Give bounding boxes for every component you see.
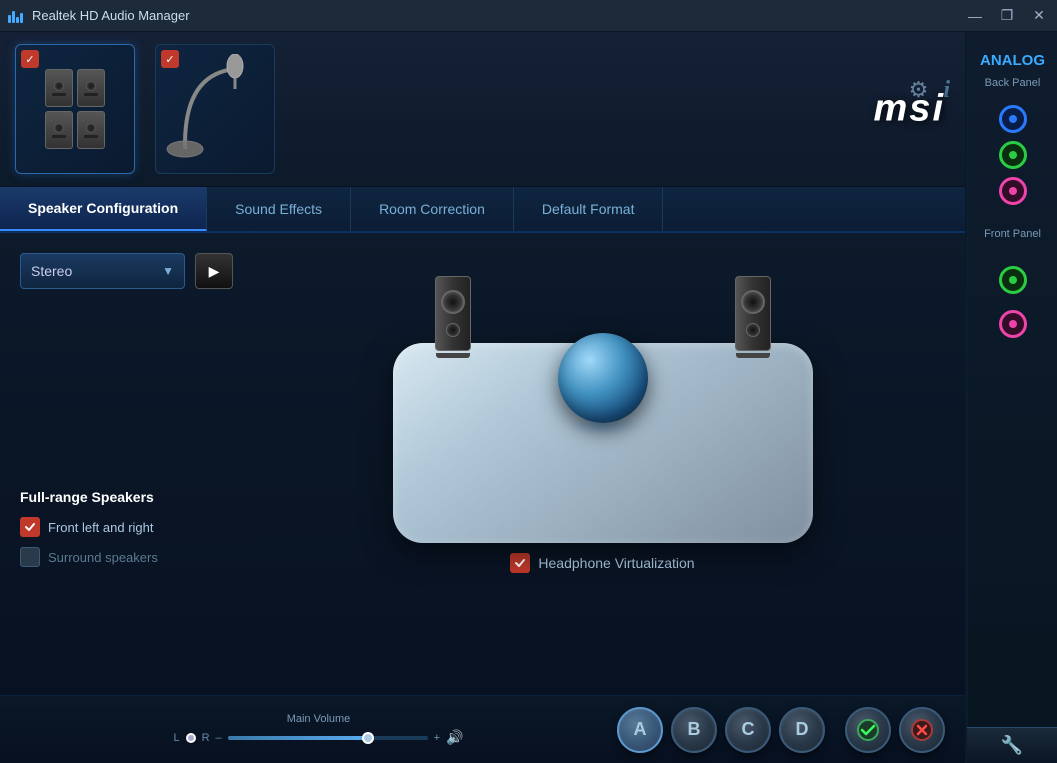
speaker-right[interactable] <box>733 276 773 358</box>
headphone-row: Headphone Virtualization <box>510 553 694 573</box>
volume-thumb[interactable] <box>362 732 374 744</box>
right-panel: ANALOG Back Panel Front Panel 🔧 <box>967 32 1057 763</box>
volume-plus: + <box>434 732 440 744</box>
volume-section: Main Volume L R – + 🔊 <box>20 713 617 746</box>
settings-bar[interactable]: 🔧 <box>967 727 1057 763</box>
front-lr-label: Front left and right <box>48 520 154 535</box>
tab-speaker-configuration[interactable]: Speaker Configuration <box>0 187 207 231</box>
front-panel-jack-pink[interactable] <box>999 310 1027 338</box>
msi-area: msi <box>874 88 945 131</box>
speakers-check-icon: ✓ <box>21 50 39 68</box>
volume-fill <box>228 736 368 740</box>
device-bar: ✓ <box>0 32 965 187</box>
profile-c-button[interactable]: C <box>725 707 771 753</box>
volume-slider[interactable] <box>228 736 428 740</box>
mic-stand-svg <box>165 54 265 164</box>
speaker-left[interactable] <box>433 276 473 358</box>
analog-title: ANALOG <box>980 52 1045 69</box>
play-button[interactable]: ▶ <box>195 253 233 289</box>
full-range-title: Full-range Speakers <box>20 489 240 505</box>
full-range-section: Full-range Speakers Front left and right… <box>20 489 240 577</box>
title-controls: — ❐ ✕ <box>965 7 1049 24</box>
speaker-box-bl <box>45 111 73 149</box>
stereo-row: Stereo ▼ ▶ <box>20 253 240 289</box>
volume-left-label: L <box>173 732 179 744</box>
audio-icon <box>8 9 26 23</box>
tabs-bar: Speaker Configuration Sound Effects Room… <box>0 187 965 233</box>
front-lr-row: Front left and right <box>20 517 240 537</box>
speaker-box-tl <box>45 69 73 107</box>
cancel-button[interactable] <box>899 707 945 753</box>
surround-row: Surround speakers <box>20 547 240 567</box>
title-bar: Realtek HD Audio Manager — ❐ ✕ <box>0 0 1057 32</box>
main-panel: Stereo ▼ ▶ Full-range Speakers Fr <box>0 233 965 695</box>
tab-default-format[interactable]: Default Format <box>514 187 664 231</box>
volume-label: Main Volume <box>287 713 351 725</box>
speaker-stage <box>378 273 828 543</box>
volume-dash: – <box>216 732 222 744</box>
volume-left-knob[interactable] <box>186 733 196 743</box>
volume-row: L R – + 🔊 <box>173 729 463 746</box>
speaker-right-woofer <box>741 290 765 314</box>
profile-a-button[interactable]: A <box>617 707 663 753</box>
profile-b-button[interactable]: B <box>671 707 717 753</box>
profile-buttons: A B C D <box>617 707 825 753</box>
close-button[interactable]: ✕ <box>1029 7 1049 24</box>
tab-room-correction[interactable]: Room Correction <box>351 187 514 231</box>
speaker-right-base <box>736 353 770 358</box>
speaker-right-body <box>735 276 771 351</box>
speakers-device-card[interactable]: ✓ <box>15 44 135 174</box>
front-lr-checkbox[interactable] <box>20 517 40 537</box>
chevron-down-icon: ▼ <box>162 264 174 278</box>
headphone-virtualization-label: Headphone Virtualization <box>538 555 694 571</box>
window-title: Realtek HD Audio Manager <box>32 8 190 23</box>
speaker-right-tweeter <box>746 323 760 337</box>
content-area: ✓ <box>0 32 967 763</box>
wrench-icon: 🔧 <box>1001 735 1023 756</box>
minimize-button[interactable]: — <box>965 8 985 24</box>
msi-logo: msi <box>874 88 945 131</box>
back-panel-jack-blue[interactable] <box>999 105 1027 133</box>
back-panel-jack-green[interactable] <box>999 141 1027 169</box>
tab-sound-effects[interactable]: Sound Effects <box>207 187 351 231</box>
speaker-left-body <box>435 276 471 351</box>
speaker-icon-group <box>45 69 105 149</box>
volume-right-label: R <box>202 732 210 744</box>
surround-checkbox[interactable] <box>20 547 40 567</box>
back-panel-jack-pink[interactable] <box>999 177 1027 205</box>
headphone-virtualization-checkbox[interactable] <box>510 553 530 573</box>
bottom-bar: Main Volume L R – + 🔊 A <box>0 695 965 763</box>
left-controls: Stereo ▼ ▶ Full-range Speakers Fr <box>20 253 240 675</box>
speaker-viz: Headphone Virtualization <box>260 253 945 675</box>
action-buttons <box>845 707 945 753</box>
title-left: Realtek HD Audio Manager <box>8 8 190 23</box>
mic-device-card[interactable]: ✓ <box>155 44 275 174</box>
front-panel-label: Front Panel <box>984 228 1041 240</box>
profile-d-button[interactable]: D <box>779 707 825 753</box>
speaker-config-dropdown[interactable]: Stereo ▼ <box>20 253 185 289</box>
confirm-button[interactable] <box>845 707 891 753</box>
speaker-box-tr <box>77 69 105 107</box>
restore-button[interactable]: ❐ <box>997 7 1017 24</box>
mic-check-icon: ✓ <box>161 50 179 68</box>
main-container: ✓ <box>0 32 1057 763</box>
speaker-left-base <box>436 353 470 358</box>
front-panel-jack-green[interactable] <box>999 266 1027 294</box>
speaker-volume-icon[interactable]: 🔊 <box>446 729 463 746</box>
speaker-left-tweeter <box>446 323 460 337</box>
speaker-left-woofer <box>441 290 465 314</box>
back-panel-label: Back Panel <box>985 77 1041 89</box>
speaker-box-br <box>77 111 105 149</box>
center-ball <box>558 333 648 423</box>
surround-label: Surround speakers <box>48 550 158 565</box>
